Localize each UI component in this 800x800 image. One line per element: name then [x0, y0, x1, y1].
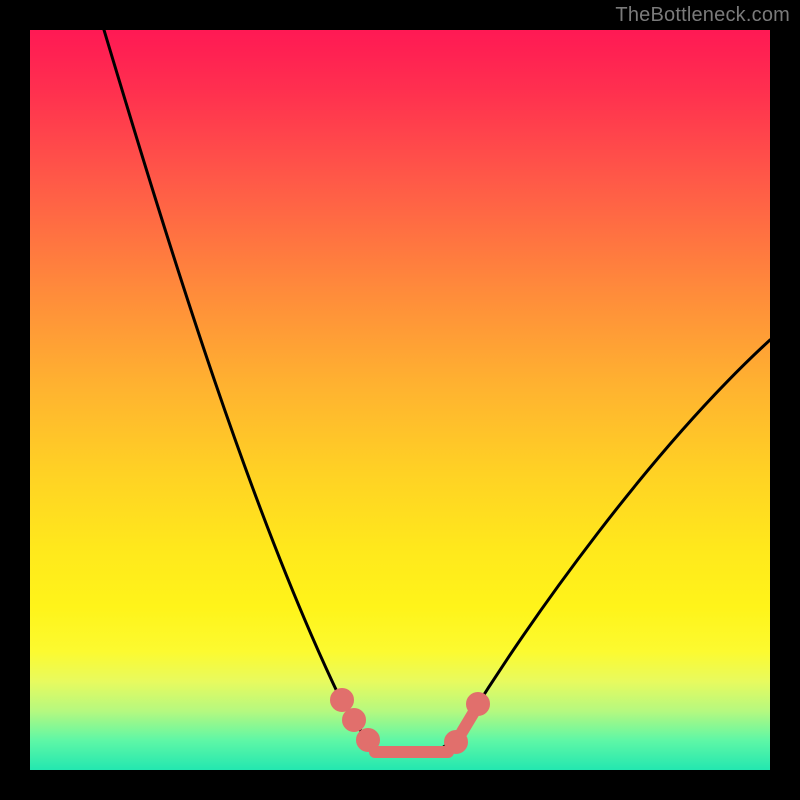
trough-marker — [450, 736, 462, 748]
trough-marker-bar — [462, 712, 474, 732]
chart-plot-area — [30, 30, 770, 770]
trough-marker — [336, 694, 348, 706]
trough-marker — [362, 734, 374, 746]
trough-marker-group — [336, 694, 484, 752]
trough-marker — [472, 698, 484, 710]
watermark-text: TheBottleneck.com — [615, 4, 790, 27]
trough-marker — [348, 714, 360, 726]
bottleneck-curve-path — [104, 30, 770, 755]
bottleneck-chart — [30, 30, 770, 770]
